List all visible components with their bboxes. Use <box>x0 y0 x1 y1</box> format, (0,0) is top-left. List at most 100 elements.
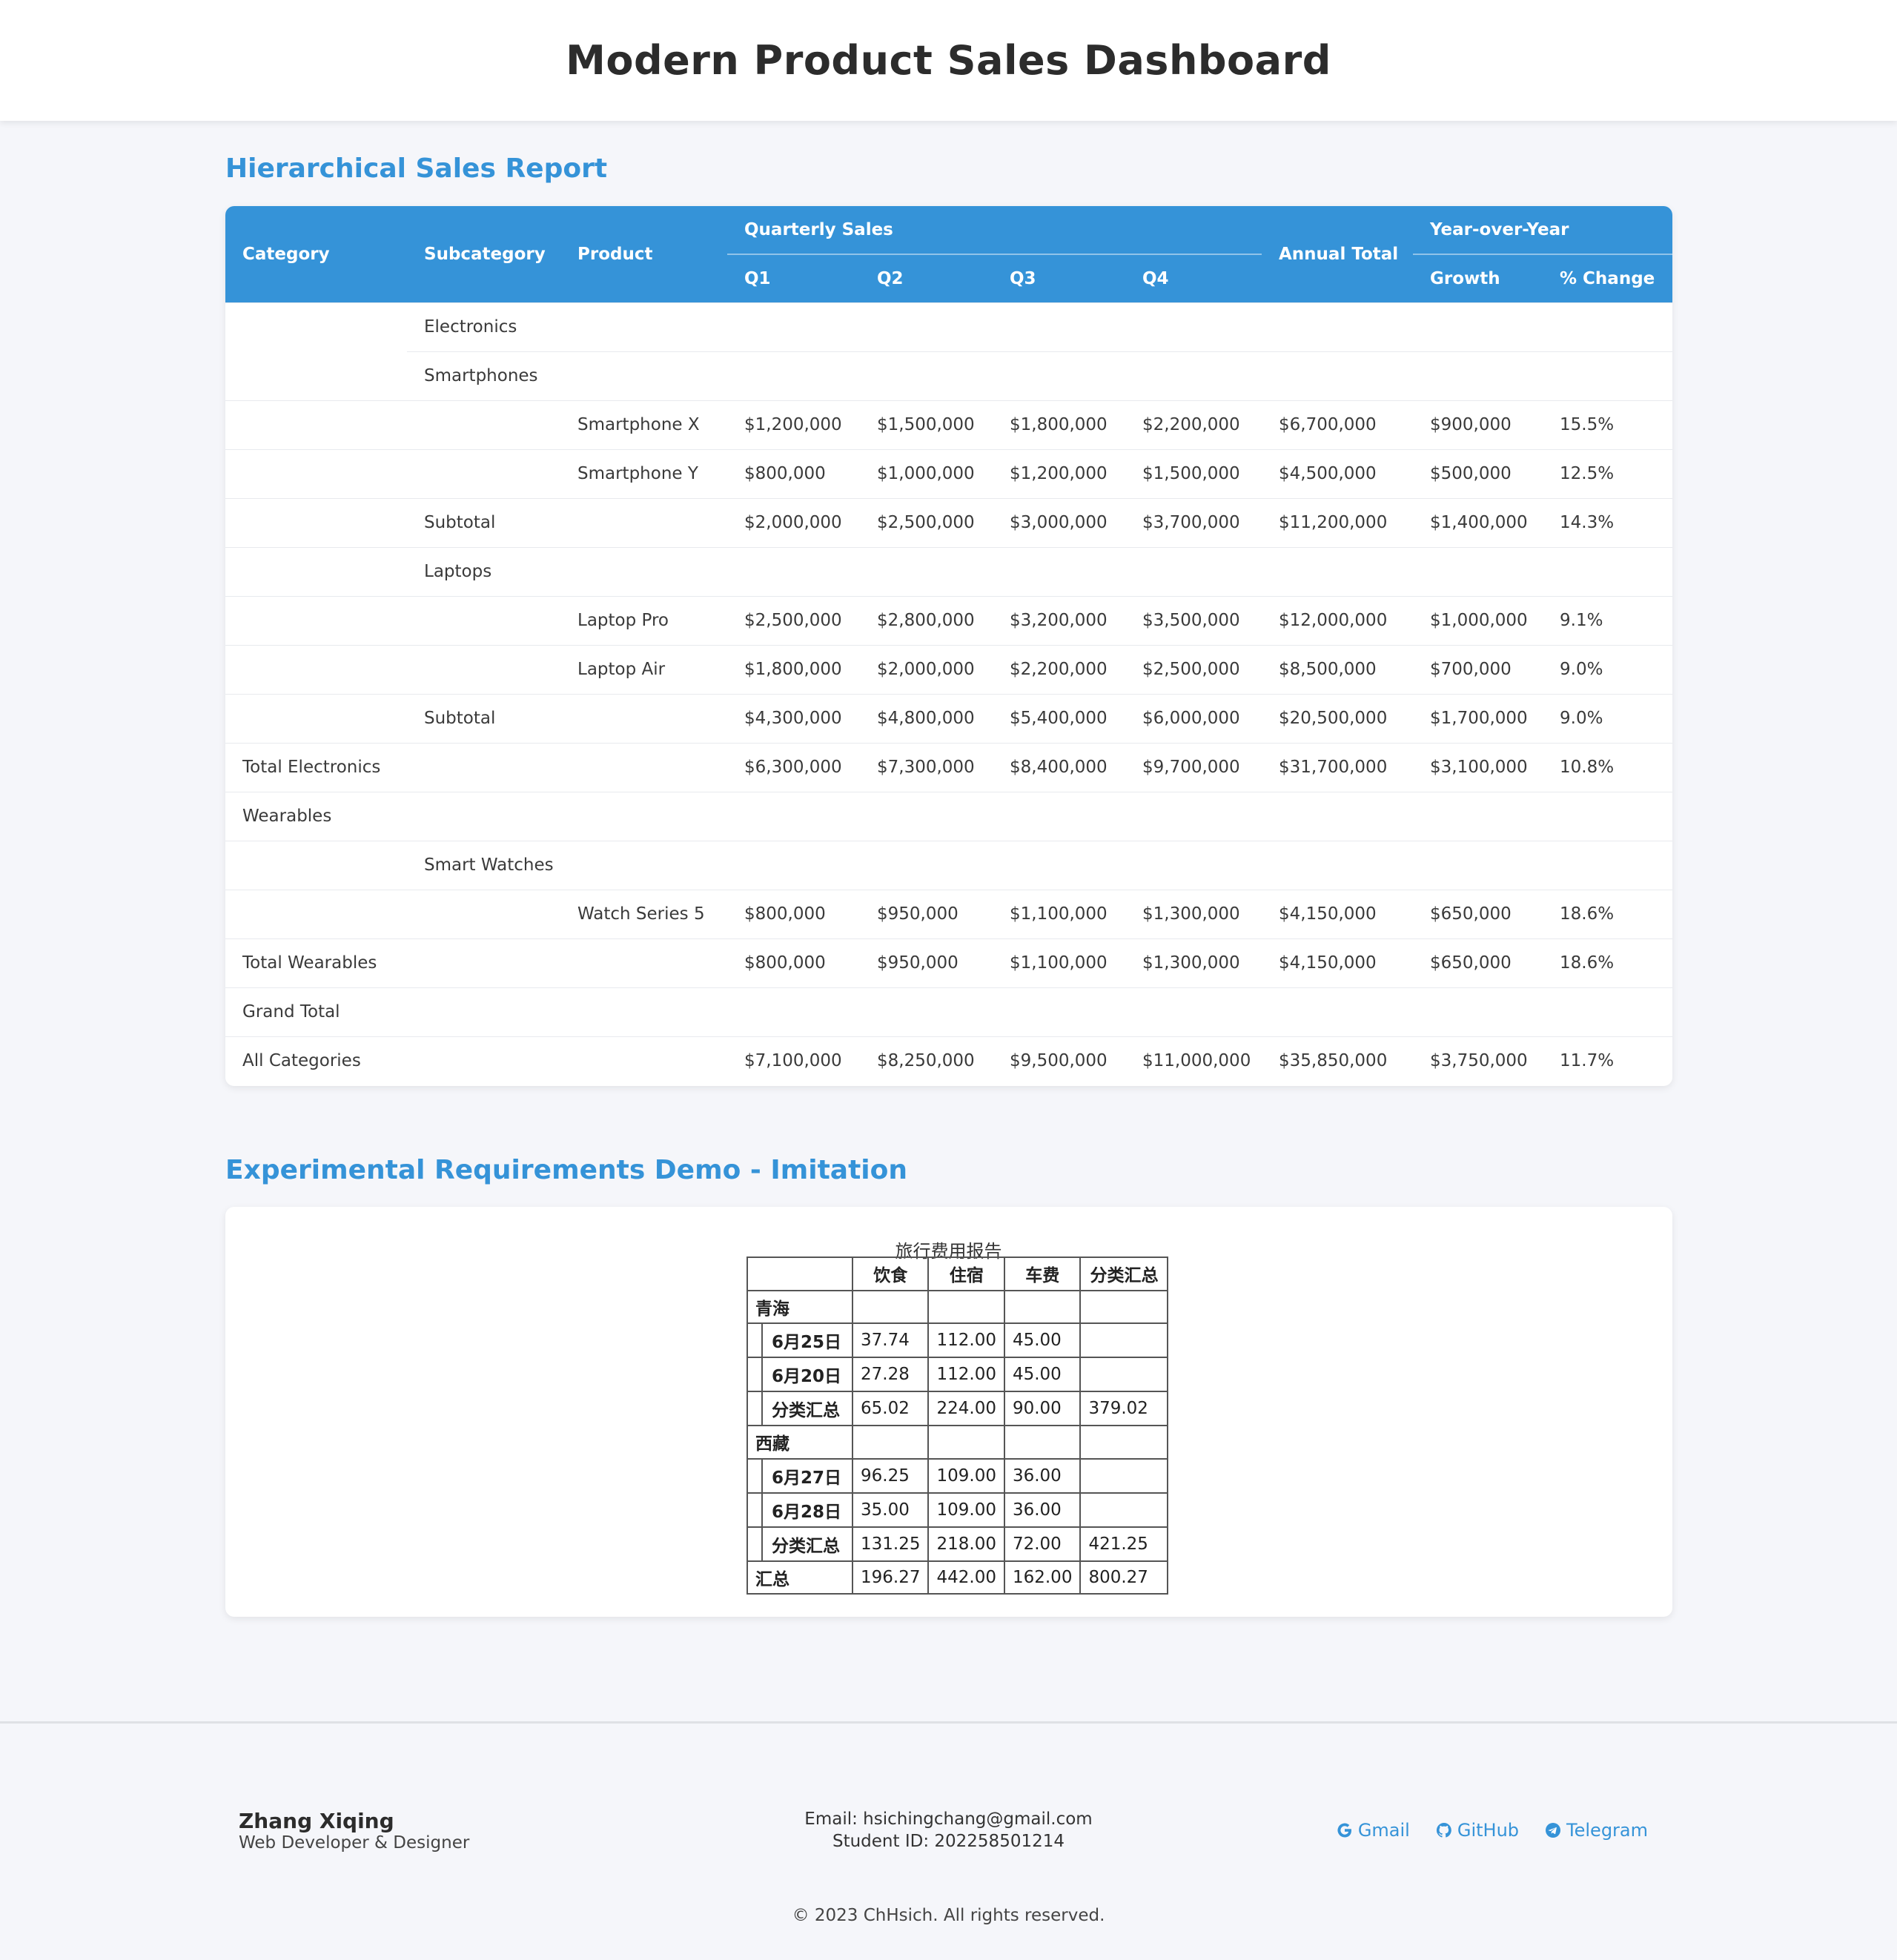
table-cell: $1,000,000 <box>1413 595 1543 645</box>
header-annual-total[interactable]: Annual Total <box>1262 206 1413 302</box>
travel-expense-table: 饮食 住宿 车费 分类汇总 青海 6月25日 37.74 112.00 45.00 6月2… <box>746 1257 1169 1595</box>
table-cell <box>1543 791 1672 841</box>
travel-row-label-text: 6月27日 <box>772 1468 842 1488</box>
table-cell <box>225 302 407 351</box>
header-q1[interactable]: Q1 <box>727 254 860 302</box>
travel-cell: 65.02 <box>851 1391 930 1427</box>
table-cell <box>1125 987 1262 1036</box>
table-cell: 9.1% <box>1543 595 1672 645</box>
table-cell <box>1543 840 1672 890</box>
travel-cell: 45.00 <box>1003 1322 1082 1359</box>
travel-cell: 90.00 <box>1003 1391 1082 1427</box>
table-row: All Categories $7,100,000 $8,250,000 $9,500… <box>225 1036 1672 1085</box>
table-cell <box>407 938 560 987</box>
table-cell: Subtotal <box>407 693 560 743</box>
travel-cell <box>1079 1491 1169 1528</box>
table-cell <box>993 546 1125 596</box>
table-cell <box>225 840 407 890</box>
footer-copyright: © 2023 ChHsich. All rights reserved. <box>792 1906 1105 1925</box>
table-cell <box>860 840 993 890</box>
travel-cell <box>1079 1425 1169 1460</box>
table-cell: $1,700,000 <box>1413 693 1543 743</box>
travel-cell: 112.00 <box>927 1357 1005 1393</box>
github-link[interactable]: GitHub <box>1435 1820 1519 1841</box>
gmail-link[interactable]: Gmail <box>1336 1820 1410 1841</box>
table-cell <box>560 840 727 890</box>
table-cell <box>407 644 560 694</box>
table-cell: $35,850,000 <box>1262 1036 1413 1085</box>
table-cell: 18.6% <box>1543 938 1672 987</box>
table-cell <box>225 497 407 547</box>
header-q3[interactable]: Q3 <box>993 254 1125 302</box>
header-pct-change[interactable]: % Change <box>1543 254 1672 302</box>
travel-row-label-text: 6月25日 <box>772 1333 842 1353</box>
header-q2[interactable]: Q2 <box>860 254 993 302</box>
table-cell: $700,000 <box>1413 644 1543 694</box>
table-cell: Smart Watches <box>407 840 560 890</box>
table-cell: $500,000 <box>1413 448 1543 498</box>
table-cell <box>1262 987 1413 1036</box>
table-row: Laptops <box>225 546 1672 596</box>
travel-row: 6月20日 27.28 112.00 45.00 <box>746 1357 1169 1393</box>
table-cell <box>727 546 860 596</box>
travel-row-label: 青海 <box>746 1289 853 1325</box>
header-q4[interactable]: Q4 <box>1125 254 1262 302</box>
sales-table-body: Electronics Smartphones Smartphone X $1,200… <box>225 302 1672 1085</box>
table-cell <box>225 351 407 400</box>
header-subcategory[interactable]: Subcategory <box>407 206 560 302</box>
table-cell <box>860 791 993 841</box>
travel-row-label: 西藏 <box>746 1425 853 1460</box>
table-cell: $8,400,000 <box>993 742 1125 792</box>
travel-cell: 112.00 <box>927 1322 1005 1359</box>
table-cell: Laptop Pro <box>560 595 727 645</box>
table-cell <box>560 497 727 547</box>
header-category[interactable]: Category <box>225 206 407 302</box>
table-cell: $7,100,000 <box>727 1036 860 1085</box>
table-cell: $1,800,000 <box>727 644 860 694</box>
travel-cell: 218.00 <box>927 1526 1005 1562</box>
telegram-link-label: Telegram <box>1566 1820 1648 1841</box>
table-cell <box>727 987 860 1036</box>
table-cell <box>1413 302 1543 351</box>
table-cell <box>407 742 560 792</box>
table-cell: Smartphone X <box>560 400 727 449</box>
table-cell: All Categories <box>225 1036 407 1085</box>
travel-row: 6月28日 35.00 109.00 36.00 <box>746 1491 1169 1528</box>
table-cell <box>993 987 1125 1036</box>
header-growth[interactable]: Growth <box>1413 254 1543 302</box>
travel-row: 青海 <box>746 1289 1169 1325</box>
table-row: Subtotal $4,300,000 $4,800,000 $5,400,000 $6… <box>225 693 1672 743</box>
travel-row-label-text: 6月20日 <box>772 1367 842 1387</box>
table-cell <box>860 546 993 596</box>
travel-cell <box>1079 1322 1169 1359</box>
table-cell: $800,000 <box>727 889 860 938</box>
telegram-link[interactable]: Telegram <box>1544 1820 1648 1841</box>
table-cell <box>1125 351 1262 400</box>
table-cell: $950,000 <box>860 938 993 987</box>
table-cell: 9.0% <box>1543 644 1672 694</box>
header-product[interactable]: Product <box>560 206 727 302</box>
table-cell: $800,000 <box>727 448 860 498</box>
travel-cell: 162.00 <box>1003 1560 1082 1595</box>
table-cell: $2,500,000 <box>727 595 860 645</box>
table-cell: $1,200,000 <box>993 448 1125 498</box>
table-cell <box>560 742 727 792</box>
table-cell: $2,500,000 <box>860 497 993 547</box>
indent-marker <box>748 1527 763 1560</box>
table-cell: $4,300,000 <box>727 693 860 743</box>
table-cell <box>560 351 727 400</box>
travel-cell <box>927 1425 1005 1460</box>
table-cell <box>407 1036 560 1085</box>
telegram-icon <box>1546 1823 1561 1838</box>
table-cell: $11,000,000 <box>1125 1036 1262 1085</box>
travel-cell: 35.00 <box>851 1491 930 1528</box>
travel-row-label-text: 分类汇总 <box>772 1401 840 1421</box>
table-cell: $1,400,000 <box>1413 497 1543 547</box>
table-cell: $6,700,000 <box>1262 400 1413 449</box>
table-cell: $4,500,000 <box>1262 448 1413 498</box>
travel-cell: 109.00 <box>927 1491 1005 1528</box>
table-cell <box>1413 791 1543 841</box>
table-row: Laptop Air $1,800,000 $2,000,000 $2,200,000… <box>225 644 1672 694</box>
table-cell <box>225 693 407 743</box>
table-cell: $31,700,000 <box>1262 742 1413 792</box>
